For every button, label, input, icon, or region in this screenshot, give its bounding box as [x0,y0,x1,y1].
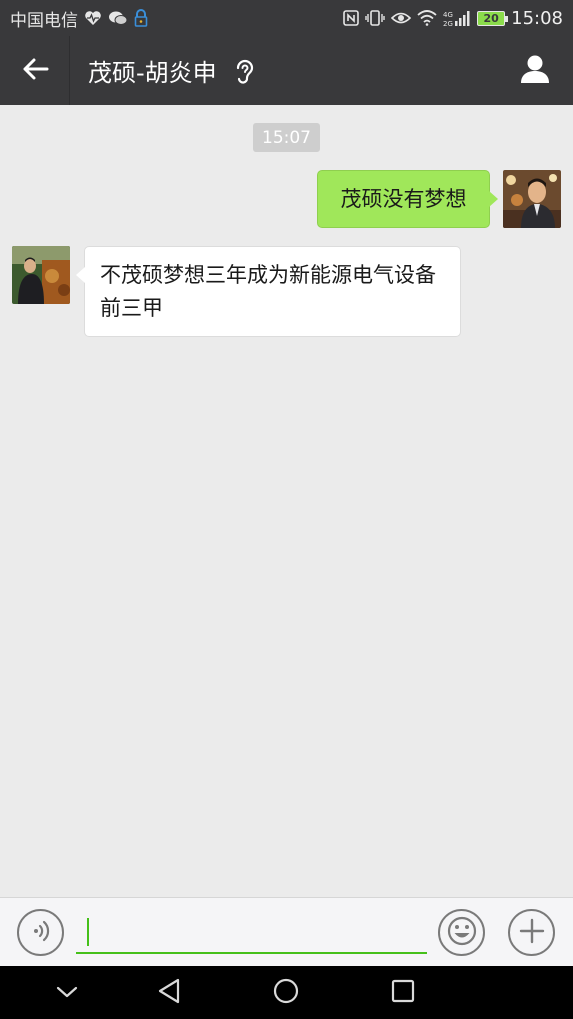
hide-nav-button[interactable] [50,976,84,1010]
message-bubble-received[interactable]: 不茂硕梦想三年成为新能源电气设备前三甲 [76,246,461,337]
input-bar [0,897,573,966]
nav-back-icon [156,977,182,1009]
eye-icon [391,8,412,28]
text-caret [87,918,89,946]
signal-icon: 4G 2G [443,8,471,28]
message-text: 茂硕没有梦想 [340,186,467,211]
nav-home-icon [272,977,300,1009]
message-input[interactable] [76,912,427,954]
battery-level: 20 [483,11,499,25]
arrow-left-icon [21,57,49,85]
nav-recent-icon [390,978,416,1008]
nav-home-button[interactable] [269,976,303,1010]
status-time: 15:08 [511,7,563,29]
voice-button[interactable] [17,909,64,956]
svg-text:4G: 4G [443,11,453,19]
vibrate-icon [365,8,385,28]
nfc-icon [343,8,359,28]
message-bubble-sent[interactable]: 茂硕没有梦想 [317,170,498,228]
back-button[interactable] [0,36,70,105]
more-button[interactable] [508,909,555,956]
profile-button[interactable] [517,53,553,89]
message-timestamp: 15:07 [253,123,320,152]
avatar-contact[interactable] [12,246,70,304]
nav-back-button[interactable] [152,976,186,1010]
nav-recent-button[interactable] [386,976,420,1010]
emoji-icon [446,915,478,951]
emoji-button[interactable] [438,909,485,956]
title-bar: 茂硕-胡炎申 [0,36,573,105]
avatar-self[interactable] [503,170,561,228]
message-text: 不茂硕梦想三年成为新能源电气设备前三甲 [100,263,436,320]
navigation-bar [0,966,573,1019]
status-right: 4G 2G 20 15:08 [343,8,563,29]
carrier-label: 中国电信 [10,10,78,31]
plus-icon [518,917,546,949]
person-icon [519,53,551,89]
status-left: 中国电信 [10,6,148,31]
svg-text:2G: 2G [443,20,453,27]
chat-area[interactable]: 15:07 茂硕没有梦想 不茂硕梦想三年成为新能源电气设备前三甲 [0,105,573,897]
wifi-icon [417,8,437,28]
voice-icon [28,918,54,948]
status-bar: 中国电信 4G 2G 20 15:08 [0,0,573,36]
chevron-down-icon [56,984,78,1003]
lock-icon [134,8,148,28]
chat-title: 茂硕-胡炎申 [88,59,217,87]
wechat-icon [108,8,128,28]
earpiece-icon [233,57,255,85]
battery-icon: 20 [477,10,509,26]
heart-monitor-icon [84,8,102,28]
